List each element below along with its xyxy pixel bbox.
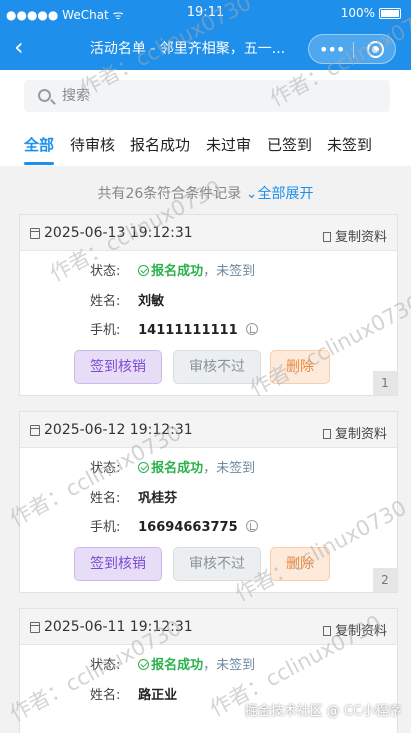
delete-button[interactable]: 删除 bbox=[270, 547, 330, 581]
member-phone[interactable]: 16694663775 bbox=[138, 520, 238, 535]
record-card: 2025-06-13 19:12:31 复制资料 状态: 报名成功，未签到 姓名… bbox=[19, 214, 398, 396]
status-row: 状态: 报名成功，未签到 bbox=[90, 461, 256, 476]
document-icon bbox=[322, 626, 331, 636]
copy-info-button[interactable]: 复制资料 bbox=[322, 620, 387, 639]
search-box[interactable] bbox=[24, 80, 390, 112]
expand-all-button[interactable]: ⌄全部展开 bbox=[246, 186, 314, 202]
sign-status: ，未签到 bbox=[203, 658, 256, 673]
more-icon[interactable]: ••• bbox=[319, 40, 345, 59]
status-row: 状态: 报名成功，未签到 bbox=[90, 658, 256, 673]
member-name: 巩桂芬 bbox=[138, 491, 178, 506]
name-row: 姓名: 刘敏 bbox=[90, 294, 165, 309]
calendar-icon bbox=[30, 622, 40, 633]
member-name: 刘敏 bbox=[138, 294, 165, 309]
reject-button[interactable]: 审核不过 bbox=[173, 547, 261, 581]
tab-all[interactable]: 全部 bbox=[24, 134, 54, 155]
delete-button[interactable]: 删除 bbox=[270, 350, 330, 384]
search-input[interactable] bbox=[62, 84, 362, 108]
tab-rejected[interactable]: 未过审 bbox=[206, 134, 251, 155]
tab-signed-in[interactable]: 已签到 bbox=[267, 134, 312, 155]
record-date: 2025-06-13 19:12:31 bbox=[44, 225, 193, 241]
tab-pending[interactable]: 待审核 bbox=[70, 134, 115, 155]
member-phone[interactable]: 14111111111 bbox=[138, 323, 238, 338]
active-tab-indicator bbox=[24, 162, 54, 165]
back-icon[interactable]: ‹ bbox=[14, 34, 24, 60]
phone-row: 手机: 14111111111 bbox=[90, 319, 258, 338]
sign-status: ，未签到 bbox=[203, 461, 256, 476]
status-badge: 报名成功 bbox=[151, 658, 204, 673]
sign-in-button[interactable]: 签到核销 bbox=[74, 350, 162, 384]
card-header: 2025-06-11 19:12:31 复制资料 bbox=[20, 609, 397, 645]
record-index: 1 bbox=[373, 371, 397, 395]
filter-tabs: 全部 待审核 报名成功 未过审 已签到 未签到 bbox=[0, 134, 411, 166]
copy-info-button[interactable]: 复制资料 bbox=[322, 226, 387, 245]
calendar-icon bbox=[30, 425, 40, 436]
summary-text: 共有26条符合条件记录 bbox=[97, 186, 242, 202]
phone-icon[interactable] bbox=[245, 323, 258, 335]
search-icon bbox=[38, 89, 51, 102]
name-row: 姓名: 巩桂芬 bbox=[90, 491, 178, 506]
status-bar: ●●●●● WeChat ᯤ 19:11 100% bbox=[0, 0, 411, 26]
mini-program-capsule: ••• bbox=[308, 34, 396, 64]
close-mini-program-icon[interactable] bbox=[367, 41, 384, 58]
copy-info-button[interactable]: 复制资料 bbox=[322, 423, 387, 442]
sign-in-button[interactable]: 签到核销 bbox=[74, 547, 162, 581]
reject-button[interactable]: 审核不过 bbox=[173, 350, 261, 384]
tab-registered[interactable]: 报名成功 bbox=[130, 134, 190, 155]
check-circle-icon bbox=[138, 265, 150, 276]
status-badge: 报名成功 bbox=[151, 264, 204, 279]
phone-row: 手机: 16694663775 bbox=[90, 516, 258, 535]
record-date: 2025-06-11 19:12:31 bbox=[44, 619, 193, 635]
record-card: 2025-06-12 19:12:31 复制资料 状态: 报名成功，未签到 姓名… bbox=[19, 411, 398, 593]
record-index: 2 bbox=[373, 568, 397, 592]
document-icon bbox=[322, 429, 331, 439]
record-date: 2025-06-12 19:12:31 bbox=[44, 422, 193, 438]
source-credit: 掘金技术社区 @ CC小程序 bbox=[244, 704, 401, 719]
card-header: 2025-06-12 19:12:31 复制资料 bbox=[20, 412, 397, 448]
check-circle-icon bbox=[138, 462, 150, 473]
status-badge: 报名成功 bbox=[151, 461, 204, 476]
document-icon bbox=[322, 232, 331, 242]
check-circle-icon bbox=[138, 659, 150, 670]
tab-not-signed-in[interactable]: 未签到 bbox=[327, 134, 372, 155]
page-title: 活动名单 - 邻里齐相聚，五一... bbox=[89, 41, 286, 57]
capsule-divider bbox=[353, 42, 354, 58]
status-row: 状态: 报名成功，未签到 bbox=[90, 264, 256, 279]
name-row: 姓名: 路正业 bbox=[90, 688, 178, 703]
calendar-icon bbox=[30, 228, 40, 239]
card-header: 2025-06-13 19:12:31 复制资料 bbox=[20, 215, 397, 251]
phone-icon[interactable] bbox=[245, 520, 258, 532]
member-name: 路正业 bbox=[138, 688, 178, 703]
battery-icon bbox=[379, 7, 401, 19]
sign-status: ，未签到 bbox=[203, 264, 256, 279]
battery-percent: 100% bbox=[340, 6, 375, 20]
nav-bar: ‹ 活动名单 - 邻里齐相聚，五一... ••• bbox=[0, 26, 411, 70]
result-summary: 共有26条符合条件记录 ⌄全部展开 bbox=[0, 183, 411, 203]
